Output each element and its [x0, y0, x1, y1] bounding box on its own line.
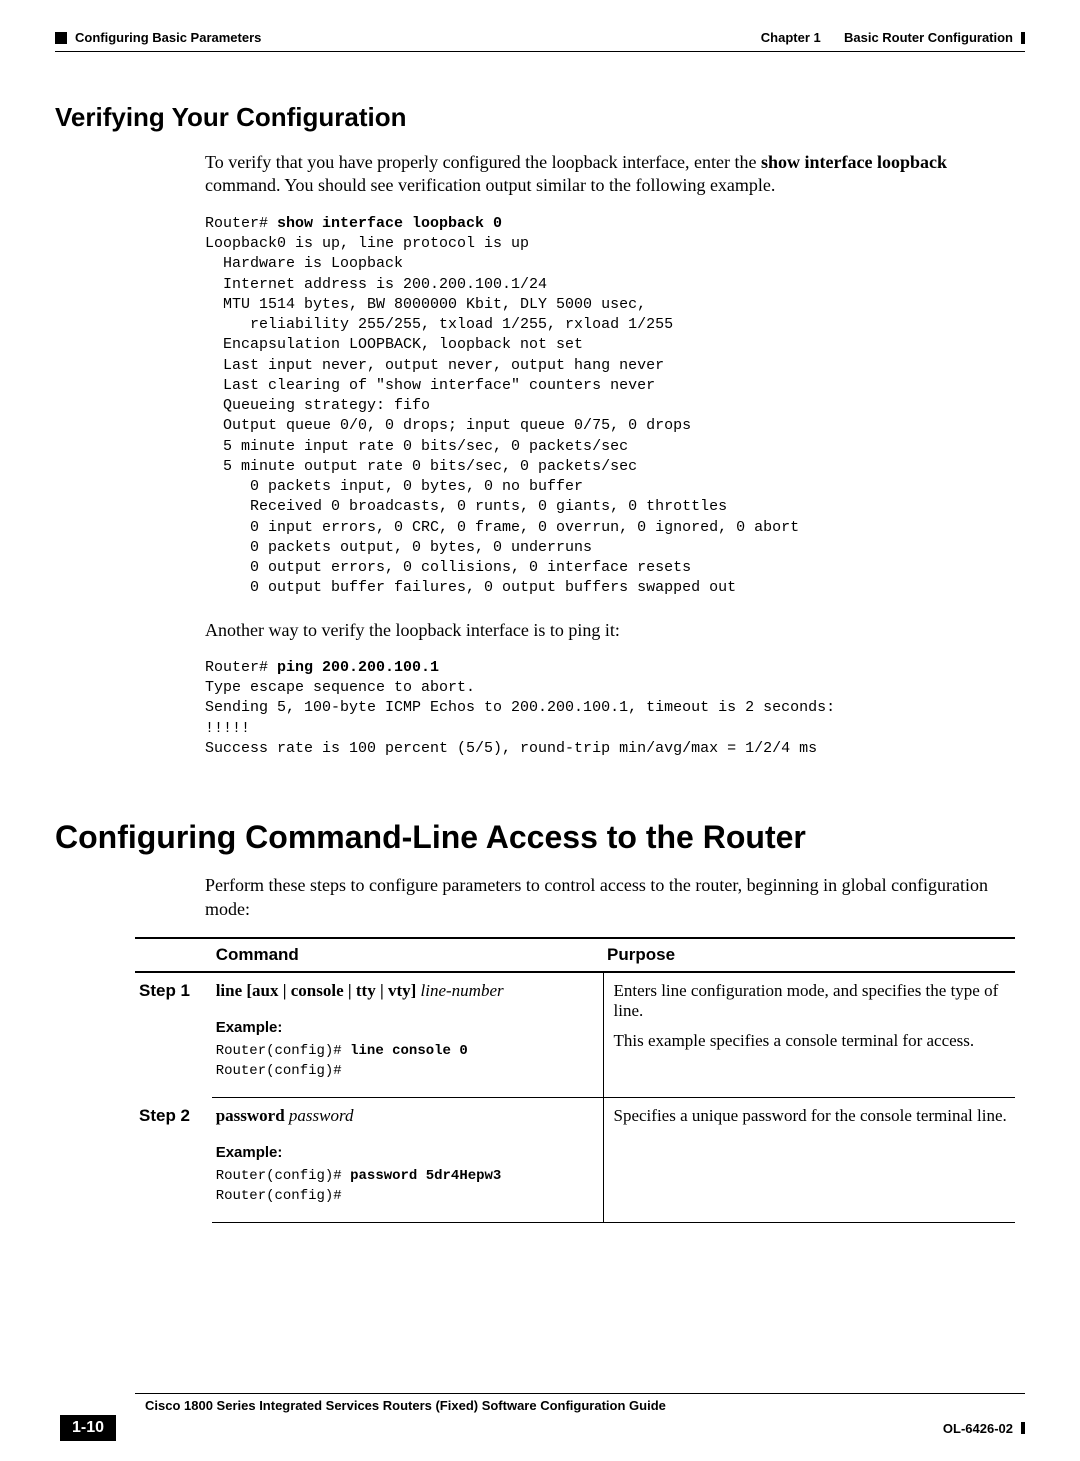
marker-icon [55, 32, 67, 44]
example-label: Example: [216, 1144, 599, 1161]
verify-intro: To verify that you have properly configu… [205, 151, 1025, 198]
page-footer: Cisco 1800 Series Integrated Services Ro… [55, 1393, 1025, 1441]
section-title-cli-access: Configuring Command-Line Access to the R… [55, 819, 1025, 856]
command-syntax: line [aux | console | tty | vty] line-nu… [216, 981, 599, 1001]
step-label: Step 2 [135, 1098, 212, 1223]
example-cli: Router(config)# line console 0 Router(co… [216, 1042, 599, 1081]
step-label: Step 1 [135, 972, 212, 1098]
half-marker-icon [1021, 32, 1025, 44]
header-chapter: Chapter 1 [761, 30, 821, 45]
cli-output-loopback: Router# show interface loopback 0 Loopba… [205, 214, 1025, 599]
verify-mid-para: Another way to verify the loopback inter… [205, 619, 1025, 642]
table-row: Step 2 password password Example: Router… [135, 1098, 1015, 1223]
doc-number: OL-6426-02 [943, 1421, 1013, 1436]
footer-rule [135, 1393, 1025, 1394]
col-command: Command [212, 938, 603, 972]
table-row: Step 1 line [aux | console | tty | vty] … [135, 972, 1015, 1098]
cli-access-intro: Perform these steps to configure paramet… [205, 874, 1025, 921]
example-label: Example: [216, 1019, 599, 1036]
half-marker-icon [1021, 1422, 1025, 1434]
footer-guide-title: Cisco 1800 Series Integrated Services Ro… [145, 1398, 666, 1413]
command-syntax: password password [216, 1106, 599, 1126]
header-chapter-title: Basic Router Configuration [844, 30, 1013, 45]
running-head: Configuring Basic Parameters Chapter 1 B… [55, 30, 1025, 45]
command-table: Command Purpose Step 1 line [aux | conso… [135, 937, 1015, 1223]
page-number: 1-10 [60, 1415, 116, 1441]
purpose-text: Enters line configuration mode, and spec… [603, 972, 1015, 1098]
col-purpose: Purpose [603, 938, 1015, 972]
purpose-text: Specifies a unique password for the cons… [603, 1098, 1015, 1223]
example-cli: Router(config)# password 5dr4Hepw3 Route… [216, 1167, 599, 1206]
header-left: Configuring Basic Parameters [75, 30, 261, 45]
section-title-verify: Verifying Your Configuration [55, 102, 1025, 133]
cli-output-ping: Router# ping 200.200.100.1 Type escape s… [205, 658, 1025, 759]
inline-command: show interface loopback [761, 152, 947, 172]
header-rule [55, 51, 1025, 52]
